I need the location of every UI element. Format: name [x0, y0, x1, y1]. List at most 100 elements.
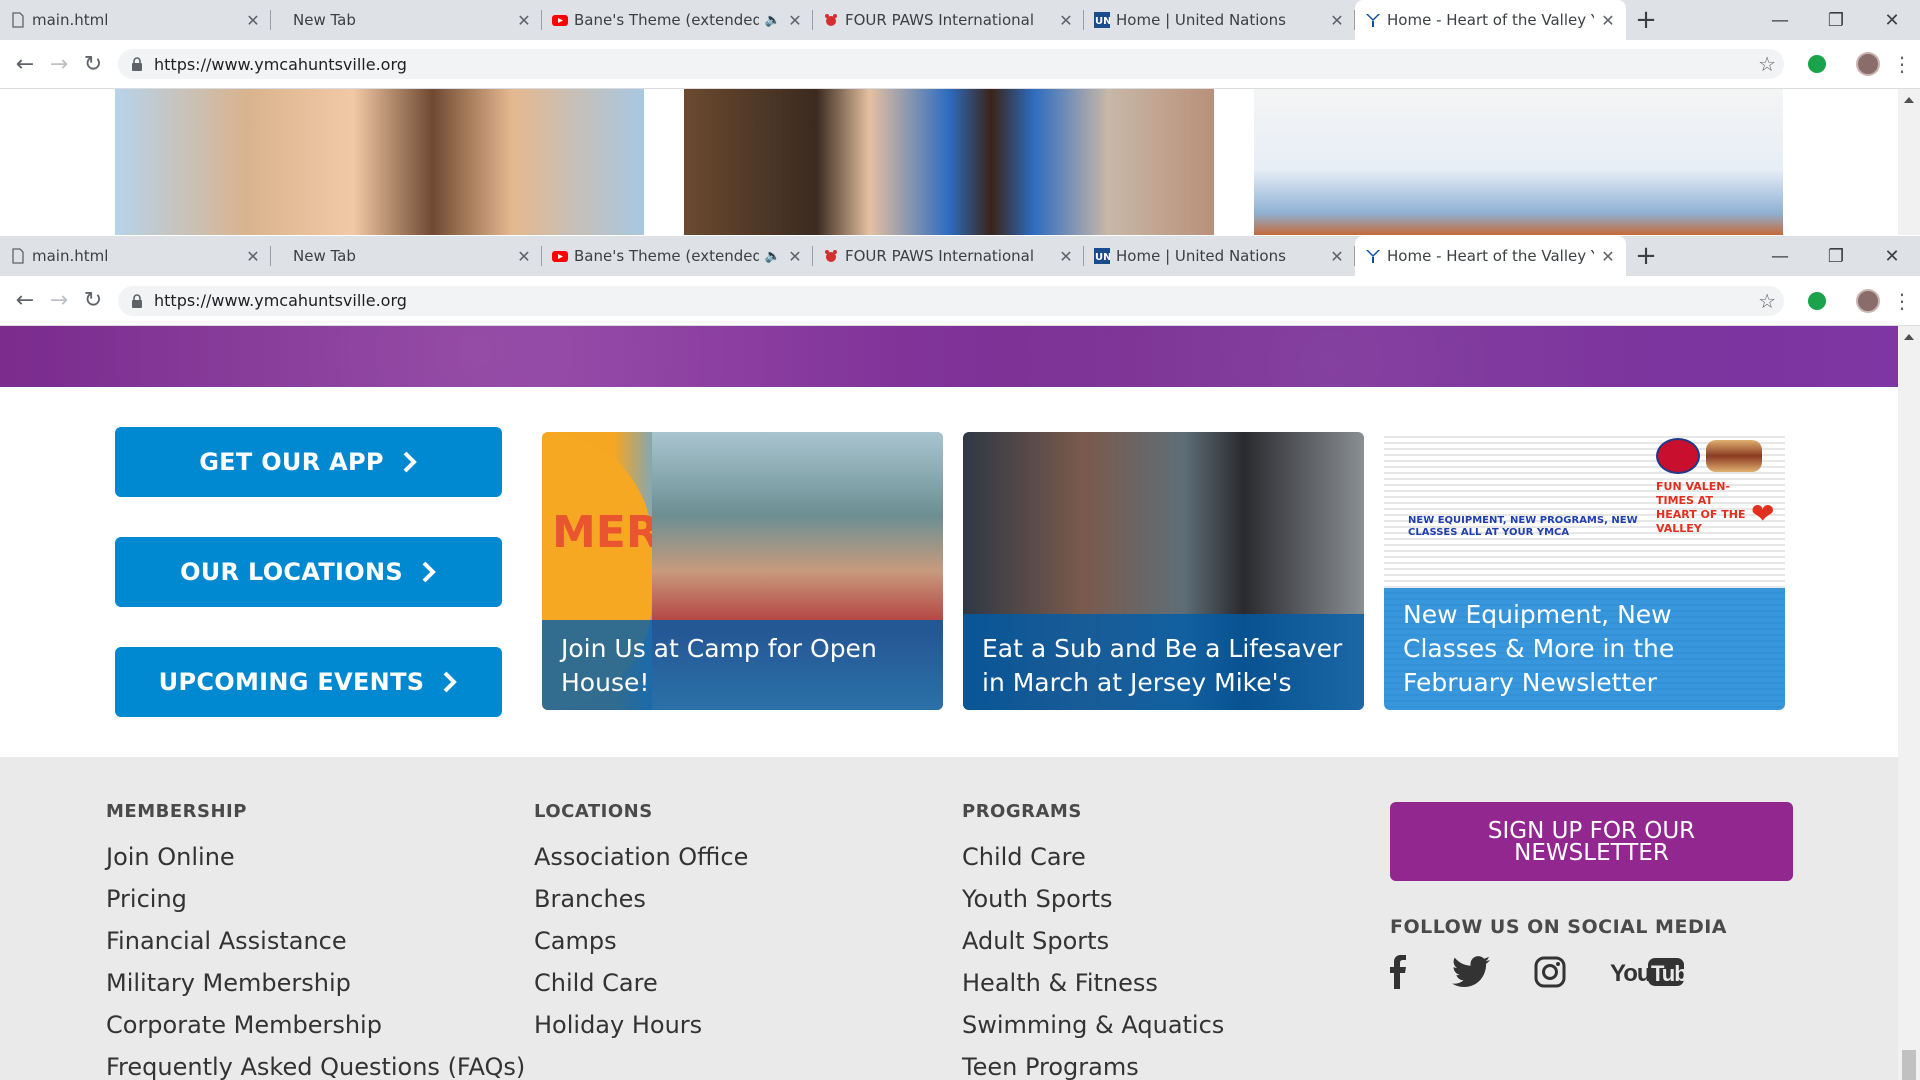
menu-icon[interactable]: ⋮: [1892, 52, 1912, 76]
instagram-icon[interactable]: [1534, 952, 1566, 992]
extension-icon[interactable]: [1808, 55, 1826, 73]
reload-icon[interactable]: ↻: [76, 47, 110, 81]
newsletter-signup-button[interactable]: SIGN UP FOR OUR NEWSLETTER: [1390, 802, 1793, 881]
footer-link-holiday-hours[interactable]: Holiday Hours: [534, 1010, 748, 1052]
close-window-icon[interactable]: ✕: [1864, 236, 1920, 276]
youtube-icon[interactable]: YouTube: [1610, 952, 1686, 992]
scrollbar-top[interactable]: [1898, 89, 1920, 235]
scrollbar-bottom[interactable]: [1898, 326, 1920, 1080]
our-locations-button[interactable]: OUR LOCATIONS: [115, 537, 502, 607]
trainer-photo: [684, 89, 1214, 235]
footer-link-swimming-aquatics[interactable]: Swimming & Aquatics: [962, 1010, 1224, 1052]
close-tab-icon[interactable]: ✕: [245, 11, 261, 30]
new-tab-button[interactable]: +: [1626, 236, 1666, 276]
close-tab-icon[interactable]: ✕: [1058, 247, 1074, 266]
scrollbar-thumb[interactable]: [1902, 1050, 1916, 1080]
close-tab-icon[interactable]: ✕: [516, 247, 532, 266]
address-bar[interactable]: https://www.ymcahuntsville.org ☆: [118, 285, 1784, 316]
tab-heart-of-the-valley[interactable]: Home - Heart of the Valley Y ✕: [1355, 236, 1626, 276]
close-tab-icon[interactable]: ✕: [787, 247, 803, 266]
footer-link-child-care[interactable]: Child Care: [534, 968, 748, 1010]
browser-window-bottom: main.html ✕ New Tab ✕ Bane's Theme (exte…: [0, 236, 1920, 326]
new-tab-button[interactable]: +: [1626, 0, 1666, 40]
tab-four-paws[interactable]: FOUR PAWS International ✕: [813, 0, 1084, 40]
file-icon: [12, 248, 24, 264]
bookmark-star-icon[interactable]: ☆: [1758, 289, 1776, 313]
svg-text:Tube: Tube: [1651, 961, 1686, 986]
close-tab-icon[interactable]: ✕: [1329, 247, 1345, 266]
jersey-mikes-logo: [1656, 438, 1700, 474]
footer-link-camps[interactable]: Camps: [534, 926, 748, 968]
footer-link-adult-sports[interactable]: Adult Sports: [962, 926, 1224, 968]
forward-icon[interactable]: →: [42, 47, 76, 81]
close-tab-icon[interactable]: ✕: [1058, 11, 1074, 30]
close-window-icon[interactable]: ✕: [1864, 0, 1920, 40]
programs-heading: PROGRAMS: [962, 801, 1082, 822]
tab-title: FOUR PAWS International: [845, 11, 1034, 29]
tab-main-html[interactable]: main.html ✕: [0, 0, 271, 40]
restore-icon[interactable]: ❐: [1808, 236, 1864, 276]
tab-banes-theme[interactable]: Bane's Theme (extended 🔈 ✕: [542, 236, 813, 276]
get-our-app-button[interactable]: GET OUR APP: [115, 427, 502, 497]
twitter-icon[interactable]: [1452, 952, 1490, 992]
close-tab-icon[interactable]: ✕: [245, 247, 261, 266]
camp-summer-text: MER: [552, 507, 660, 558]
scroll-up-icon[interactable]: [1903, 332, 1915, 342]
footer-link-join-online[interactable]: Join Online: [106, 842, 525, 884]
profile-avatar[interactable]: [1856, 288, 1880, 313]
hero-banner: [0, 326, 1898, 387]
speaker-icon[interactable]: 🔈: [765, 248, 781, 264]
facebook-icon[interactable]: [1390, 952, 1406, 992]
footer-link-health-fitness[interactable]: Health & Fitness: [962, 968, 1224, 1010]
upcoming-events-button[interactable]: UPCOMING EVENTS: [115, 647, 502, 717]
heart-icon: ❤: [1751, 497, 1775, 530]
footer-link-corporate-membership[interactable]: Corporate Membership: [106, 1010, 525, 1052]
footer-link-association-office[interactable]: Association Office: [534, 842, 748, 884]
minimize-icon[interactable]: —: [1752, 0, 1808, 40]
close-tab-icon[interactable]: ✕: [787, 11, 803, 30]
site-footer: MEMBERSHIP Join Online Pricing Financial…: [0, 757, 1898, 1080]
youtube-favicon-icon: [552, 15, 568, 26]
footer-link-branches[interactable]: Branches: [534, 884, 748, 926]
tab-united-nations[interactable]: UN Home | United Nations ✕: [1084, 236, 1355, 276]
tab-title: Bane's Theme (extended: [574, 11, 759, 29]
profile-avatar[interactable]: [1856, 52, 1880, 76]
jersey-mikes-card[interactable]: Eat a Sub and Be a Lifesaver in March at…: [963, 432, 1364, 710]
footer-link-teen-programs[interactable]: Teen Programs: [962, 1052, 1224, 1080]
upper-page-images: [0, 89, 1920, 235]
reload-icon[interactable]: ↻: [76, 284, 110, 318]
tab-main-html[interactable]: main.html ✕: [0, 236, 271, 276]
speaker-icon[interactable]: 🔈: [765, 12, 781, 28]
card-caption: New Equipment, New Classes & More in the…: [1384, 588, 1785, 710]
minimize-icon[interactable]: —: [1752, 236, 1808, 276]
footer-link-military-membership[interactable]: Military Membership: [106, 968, 525, 1010]
close-tab-icon[interactable]: ✕: [1600, 247, 1616, 266]
restore-icon[interactable]: ❐: [1808, 0, 1864, 40]
forward-icon[interactable]: →: [42, 284, 76, 318]
close-tab-icon[interactable]: ✕: [1600, 11, 1616, 30]
close-tab-icon[interactable]: ✕: [1329, 11, 1345, 30]
february-newsletter-card[interactable]: NEW EQUIPMENT, NEW PROGRAMS, NEW CLASSES…: [1384, 432, 1785, 710]
scroll-up-icon[interactable]: [1903, 95, 1915, 105]
tab-new-tab[interactable]: New Tab ✕: [271, 236, 542, 276]
footer-link-youth-sports[interactable]: Youth Sports: [962, 884, 1224, 926]
back-icon[interactable]: ←: [8, 47, 42, 81]
extension-icon[interactable]: [1808, 291, 1826, 310]
bookmark-star-icon[interactable]: ☆: [1758, 52, 1776, 76]
tab-four-paws[interactable]: FOUR PAWS International ✕: [813, 236, 1084, 276]
ymca-favicon-icon: [1366, 250, 1380, 263]
tab-heart-of-the-valley[interactable]: Home - Heart of the Valley Y ✕: [1355, 0, 1626, 40]
tab-banes-theme[interactable]: Bane's Theme (extended 🔈 ✕: [542, 0, 813, 40]
close-tab-icon[interactable]: ✕: [516, 11, 532, 30]
footer-link-faqs[interactable]: Frequently Asked Questions (FAQs): [106, 1052, 525, 1080]
camp-open-house-card[interactable]: MER Join Us at Camp for Open House!: [542, 432, 943, 710]
menu-icon[interactable]: ⋮: [1892, 289, 1912, 313]
tab-united-nations[interactable]: UN Home | United Nations ✕: [1084, 0, 1355, 40]
footer-link-financial-assistance[interactable]: Financial Assistance: [106, 926, 525, 968]
footer-link-pricing[interactable]: Pricing: [106, 884, 525, 926]
address-bar[interactable]: https://www.ymcahuntsville.org ☆: [118, 49, 1784, 79]
footer-link-child-care-program[interactable]: Child Care: [962, 842, 1224, 884]
back-icon[interactable]: ←: [8, 284, 42, 318]
toolbar: ← → ↻ https://www.ymcahuntsville.org ☆ ⋮: [0, 276, 1920, 326]
tab-new-tab[interactable]: New Tab ✕: [271, 0, 542, 40]
